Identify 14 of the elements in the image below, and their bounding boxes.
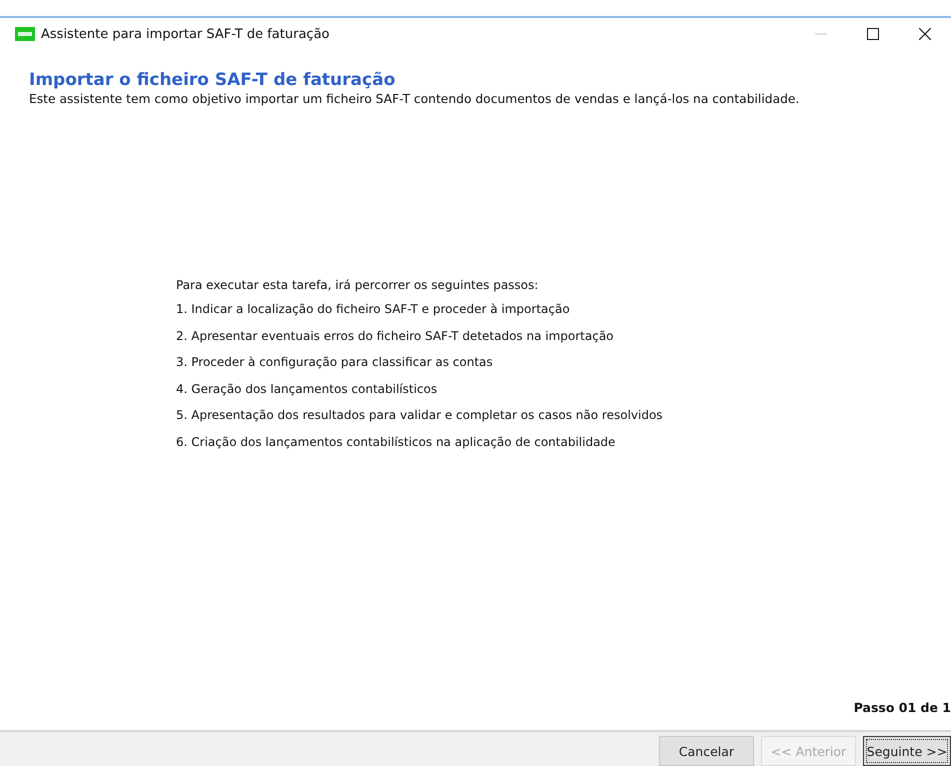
page-description: Este assistente tem como objetivo importar um ficheiro SAF-T contendo documentos de vendas e lançá-los na contabilidade. [29,92,800,106]
step-text: 6. Criação dos lançamentos contabilísticos na aplicação de contabilidade [176,434,616,450]
step-text: 5. Apresentação dos resultados para validar e completar os casos não resolvidos [176,408,664,424]
wizard-button[interactable]: Seguinte >> [863,736,951,766]
intro-text: Para executar esta tarefa, irá percorrer os seguintes passos: [176,278,540,292]
wizard-button[interactable]: Cancelar [659,736,754,766]
app-logo-icon [15,27,35,41]
step-text: 2. Apresentar eventuais erros do ficheiro SAF-T detetados na importação [176,328,615,344]
window-title: Assistente para importar SAF-T de faturação [41,26,330,42]
step-text: 1. Indicar a localização do ficheiro SAF-T e proceder à importação [176,302,571,318]
step-text: 4. Geração dos lançamentos contabilísticos [176,382,438,398]
page-heading: Importar o ficheiro SAF-T de faturação [29,70,396,90]
step-counter: Passo 01 de 1 [854,700,951,715]
step-text: 3. Proceder à configuração para classificar as contas [176,355,494,371]
